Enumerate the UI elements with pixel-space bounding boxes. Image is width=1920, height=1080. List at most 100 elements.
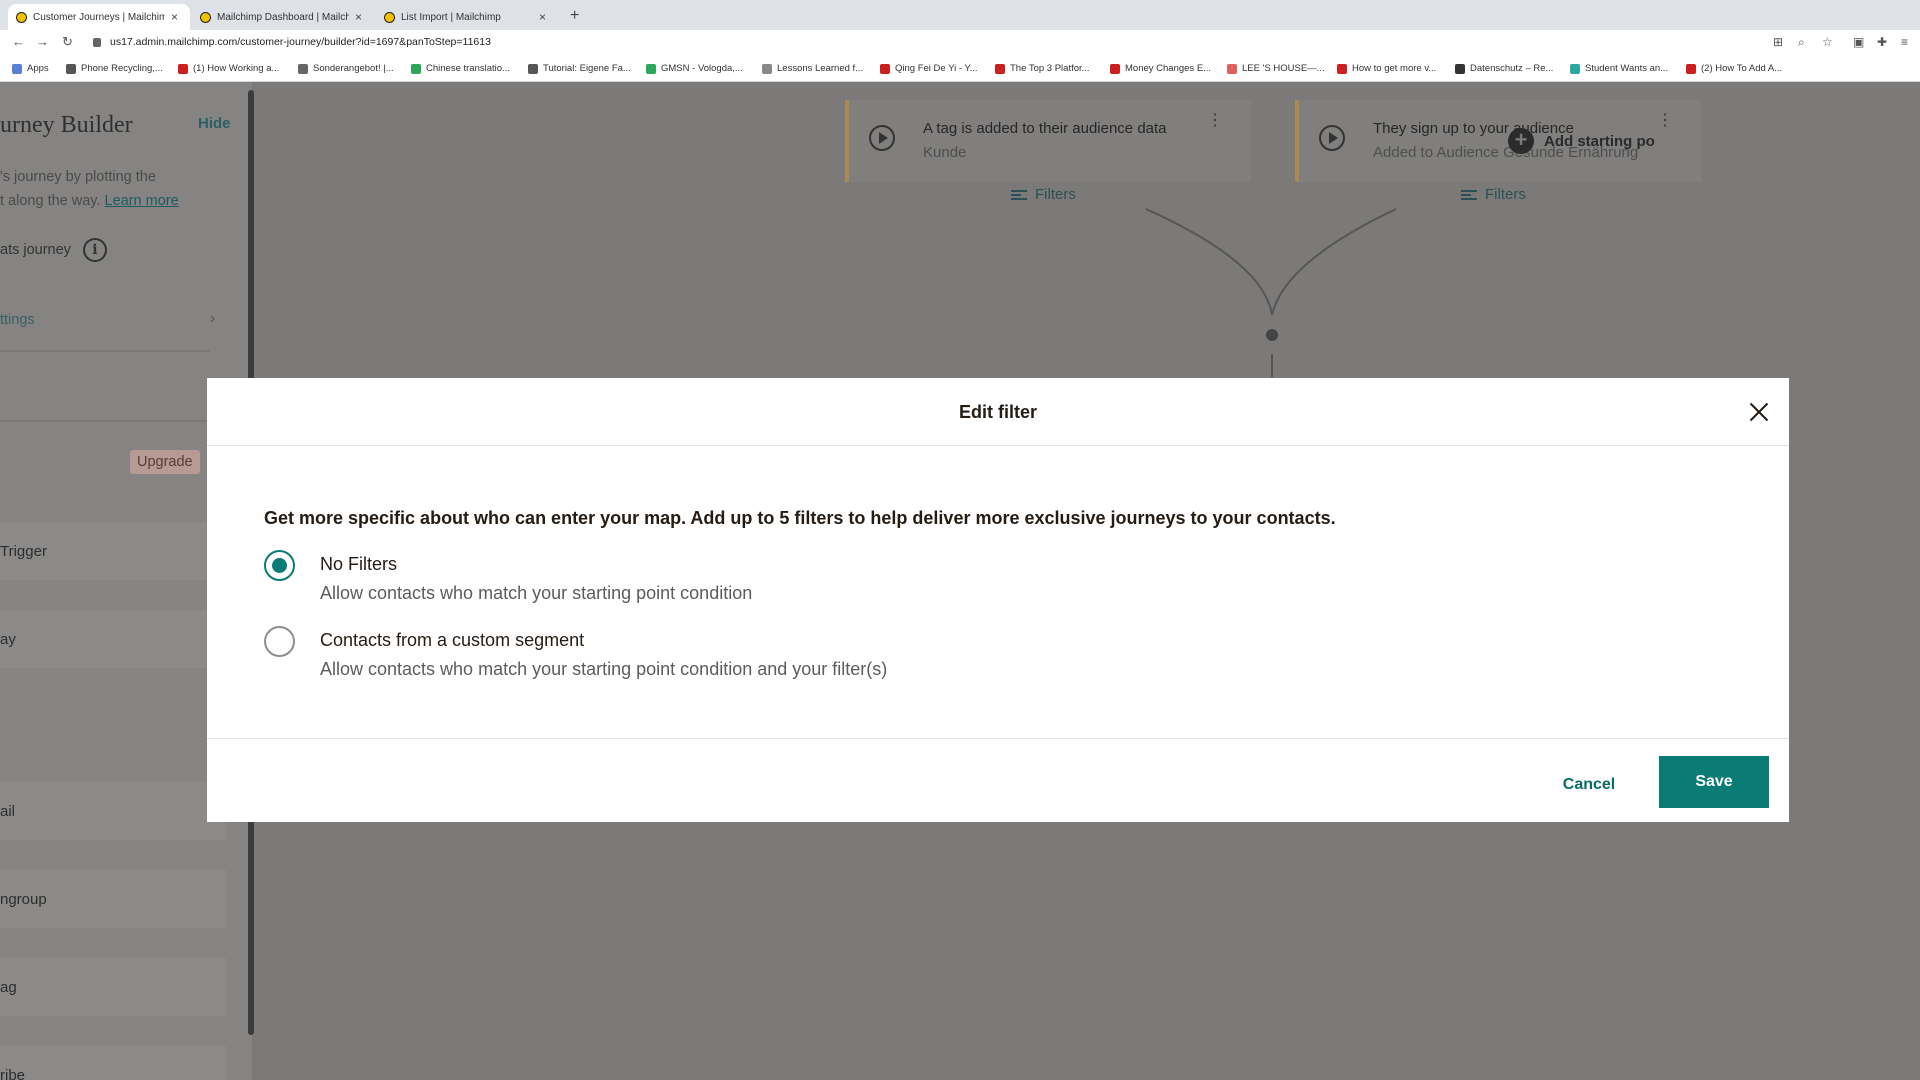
sidebar-item-delay[interactable]: ay	[0, 610, 226, 668]
bookmark-item[interactable]: Chinese translatio...	[411, 63, 510, 74]
sidebar-divider	[0, 350, 210, 352]
info-icon[interactable]: i	[82, 238, 107, 262]
option-description: Allow contacts who match your starting p…	[320, 659, 888, 679]
sidebar-item-label: ail	[0, 802, 16, 820]
bookmark-label: (1) How Working a...	[193, 63, 280, 74]
bookmark-item[interactable]: Datenschutz – Re...	[1455, 63, 1553, 74]
tab-close-icon[interactable]: ×	[539, 10, 546, 24]
play-circle-icon	[1319, 125, 1345, 151]
tab-customer-journeys[interactable]: Customer Journeys | Mailchim ×	[8, 4, 190, 30]
bookmark-favicon-icon	[1570, 63, 1580, 74]
translate-icon[interactable]: ⊞	[1773, 35, 1783, 49]
bookmark-item[interactable]: Money Changes E...	[1110, 63, 1211, 74]
bookmark-favicon-icon	[66, 63, 76, 74]
mailchimp-favicon-icon	[200, 11, 211, 23]
add-starting-point-label: Add starting po	[1544, 132, 1655, 150]
filters-link[interactable]: Filters	[1011, 186, 1076, 203]
bookmark-item[interactable]: Sonderangebot! |...	[298, 63, 394, 74]
play-circle-icon	[869, 125, 895, 151]
sidebar-item-label: ay	[0, 630, 16, 648]
bookmark-apps[interactable]: Apps	[12, 63, 49, 74]
airbnb-icon	[1227, 63, 1237, 74]
option-custom-segment[interactable]: Contacts from a custom segment Allow con…	[264, 626, 1164, 682]
bookmark-favicon-icon	[762, 63, 772, 74]
bookmark-item[interactable]: How to get more v...	[1337, 63, 1436, 74]
filters-label: Filters	[1485, 186, 1526, 203]
mailchimp-favicon-icon	[16, 11, 27, 23]
starting-point-card[interactable]: A tag is added to their audience data Ku…	[845, 100, 1251, 182]
tab-list-import[interactable]: List Import | Mailchimp ×	[376, 4, 558, 30]
plus-circle-icon: +	[1508, 128, 1534, 154]
tab-mailchimp-dashboard[interactable]: Mailchimp Dashboard | Mailch ×	[192, 4, 374, 30]
zoom-icon[interactable]: ⌕	[1798, 35, 1805, 50]
bookmark-label: Apps	[27, 63, 49, 74]
extension-icon[interactable]: ▣	[1853, 35, 1864, 49]
new-tab-button[interactable]: +	[570, 7, 579, 25]
bookmark-label: LEE 'S HOUSE—...	[1242, 63, 1325, 74]
upgrade-badge[interactable]: Upgrade	[130, 450, 200, 474]
bookmark-label: How to get more v...	[1352, 63, 1437, 74]
sidebar-item-tag[interactable]: ag	[0, 958, 226, 1016]
tab-close-icon[interactable]: ×	[171, 10, 178, 24]
bookmark-item[interactable]: Lessons Learned f...	[762, 63, 863, 74]
browser-toolbar: ← → ↻ us17.admin.mailchimp.com/customer-…	[0, 30, 1920, 56]
bookmark-item[interactable]: (1) How Working a...	[178, 63, 279, 74]
learn-more-link[interactable]: Learn more	[105, 193, 179, 209]
tab-close-icon[interactable]: ×	[355, 10, 362, 24]
option-no-filters[interactable]: No Filters Allow contacts who match your…	[264, 550, 1164, 606]
reading-list-icon[interactable]: ≡	[1901, 35, 1908, 49]
bookmark-favicon-icon	[1455, 63, 1465, 74]
puzzle-icon[interactable]: ✚	[1877, 35, 1887, 49]
starting-point-subtitle: Kunde	[923, 144, 967, 161]
address-bar[interactable]: us17.admin.mailchimp.com/customer-journe…	[110, 36, 491, 48]
radio-custom-segment[interactable]	[264, 626, 295, 657]
back-icon[interactable]: ←	[12, 34, 25, 49]
starting-point-title: A tag is added to their audience data	[923, 120, 1167, 137]
forward-icon[interactable]: →	[36, 34, 49, 49]
add-starting-point-button[interactable]: + Add starting po	[1508, 128, 1655, 154]
radio-no-filters[interactable]	[264, 550, 295, 581]
repeats-journey-setting[interactable]: ats journey i	[0, 238, 107, 262]
bookmark-favicon-icon	[411, 63, 421, 74]
sidebar-item-unsubscribe[interactable]: ribe	[0, 1046, 226, 1080]
sidebar-item-email[interactable]: ail	[0, 782, 226, 840]
sidebar-item-label: ribe	[0, 1066, 26, 1080]
cancel-button[interactable]: Cancel	[1544, 766, 1634, 804]
hide-sidebar-button[interactable]: Hide	[198, 115, 231, 132]
bookmark-item[interactable]: The Top 3 Platfor...	[995, 63, 1090, 74]
more-options-icon[interactable]: ⋮	[1657, 110, 1673, 130]
bookmark-item[interactable]: Student Wants an...	[1570, 63, 1668, 74]
bookmark-label: Qing Fei De Yi - Y...	[895, 63, 978, 74]
bookmark-label: Lessons Learned f...	[777, 63, 864, 74]
connector-node	[1266, 329, 1278, 341]
modal-header: Edit filter	[207, 378, 1789, 446]
bookmark-item[interactable]: Tutorial: Eigene Fa...	[528, 63, 631, 74]
sidebar-item-trigger[interactable]: Trigger	[0, 522, 226, 580]
save-button[interactable]: Save	[1659, 756, 1769, 808]
tab-title: List Import | Mailchimp	[401, 11, 501, 23]
filters-label: Filters	[1035, 186, 1076, 203]
bookmark-item[interactable]: LEE 'S HOUSE—...	[1227, 63, 1325, 74]
bookmark-label: Chinese translatio...	[426, 63, 510, 74]
close-icon[interactable]	[1747, 400, 1771, 424]
bookmark-label: Student Wants an...	[1585, 63, 1669, 74]
hashtag-icon	[528, 63, 538, 74]
chevron-right-icon[interactable]: ›	[210, 310, 215, 328]
settings-link[interactable]: ttings	[0, 312, 35, 328]
repeats-journey-label: ats journey	[0, 242, 71, 258]
reload-icon[interactable]: ↻	[62, 34, 73, 50]
bookmark-item[interactable]: Qing Fei De Yi - Y...	[880, 63, 978, 74]
bookmark-item[interactable]: (2) How To Add A...	[1686, 63, 1782, 74]
more-options-icon[interactable]: ⋮	[1207, 110, 1223, 130]
lock-icon	[93, 38, 101, 47]
sidebar-item-group[interactable]: ngroup	[0, 870, 226, 928]
bookmark-item[interactable]: GMSN - Vologda,...	[646, 63, 743, 74]
sidebar-divider	[0, 420, 210, 422]
sidebar-description: 's journey by plotting the t along the w…	[0, 165, 200, 213]
mailchimp-favicon-icon	[384, 11, 395, 23]
bookmark-star-icon[interactable]: ☆	[1822, 35, 1833, 49]
apps-grid-icon	[12, 63, 22, 74]
bookmark-item[interactable]: Phone Recycling,...	[66, 63, 163, 74]
filters-link[interactable]: Filters	[1461, 186, 1526, 203]
youtube-icon	[1686, 63, 1696, 74]
